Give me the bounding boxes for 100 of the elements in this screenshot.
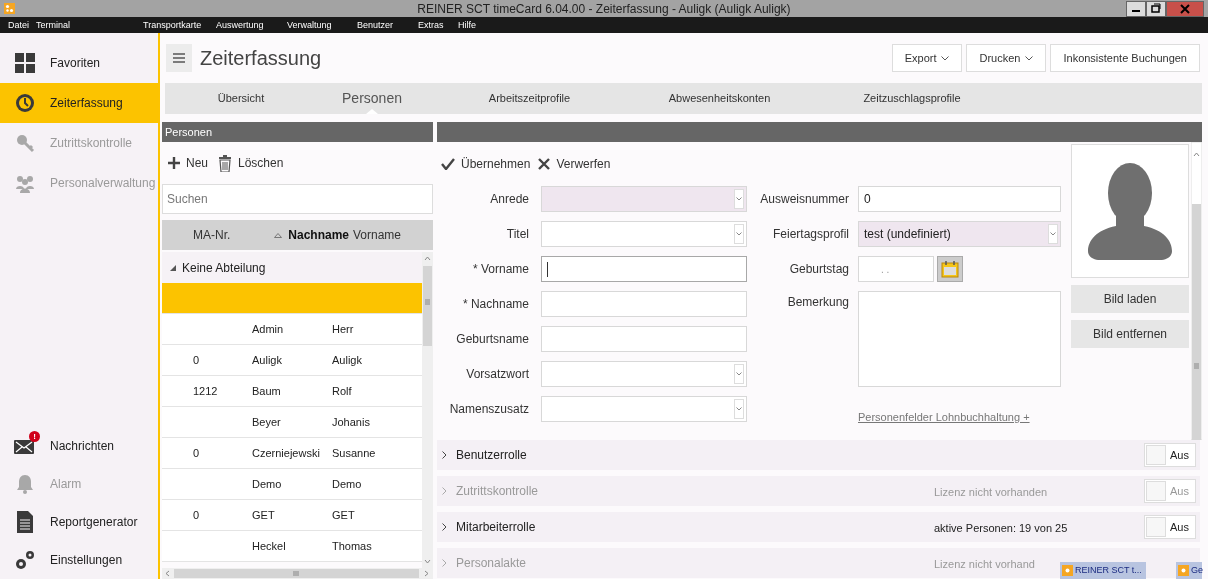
table-row[interactable]: 0 Czerniejewski Susanne bbox=[162, 438, 422, 469]
action-button[interactable]: Verwerfen bbox=[538, 155, 611, 173]
expanded-triangle-icon bbox=[170, 264, 176, 271]
section-title: Benutzerrolle bbox=[456, 447, 527, 464]
input-field[interactable] bbox=[541, 291, 747, 317]
link[interactable]: Personenfelder Lohnbuchhaltung + bbox=[858, 411, 1030, 423]
date-field[interactable]: . . bbox=[858, 256, 934, 282]
menu-item[interactable]: Transportkarte bbox=[143, 17, 202, 33]
menu-item[interactable]: Benutzer bbox=[357, 17, 394, 33]
app-icon bbox=[4, 3, 15, 14]
input-field[interactable] bbox=[541, 256, 747, 282]
table-row[interactable]: 0 GET GET bbox=[162, 500, 422, 531]
dropdown-field[interactable] bbox=[541, 186, 747, 212]
table-cell: Baum bbox=[252, 384, 281, 397]
table-cell: Rolf bbox=[332, 384, 352, 397]
table-row[interactable]: Heckel Thomas bbox=[162, 531, 422, 562]
section-row[interactable]: Mitarbeiterrolle aktive Personen: 19 von 25 Aus bbox=[437, 512, 1200, 542]
dropdown-field[interactable] bbox=[541, 361, 747, 387]
menu-item[interactable]: Datei bbox=[8, 17, 29, 33]
search-field[interactable]: Suchen bbox=[162, 184, 433, 214]
table-cell: Auligk bbox=[332, 353, 362, 366]
taskbar-button[interactable]: Ge bbox=[1176, 562, 1202, 579]
chevron-right-icon bbox=[442, 487, 447, 495]
menu-button[interactable] bbox=[166, 44, 192, 72]
menu-item[interactable]: Hilfe bbox=[458, 17, 476, 33]
sidebar-item[interactable]: ! Nachrichten bbox=[0, 427, 158, 465]
sidebar-item[interactable]: Favoriten bbox=[0, 43, 158, 83]
window-title: REINER SCT timeCard 6.04.00 - Zeiterfassung - Auligk (Auligk Auligk) bbox=[417, 1, 791, 16]
action-button[interactable]: Übernehmen bbox=[441, 155, 531, 173]
table-cell: Demo bbox=[332, 477, 362, 490]
gears-icon bbox=[14, 549, 36, 571]
table-row[interactable] bbox=[162, 283, 422, 314]
sort-arrow-icon bbox=[274, 232, 283, 238]
section-title: Zutrittskontrolle bbox=[456, 483, 539, 500]
table-cell: GET bbox=[252, 508, 275, 521]
person-silhouette-icon bbox=[1088, 161, 1172, 261]
table-cell: 0 bbox=[193, 353, 200, 366]
taskbar-button[interactable]: REINER SCT t... bbox=[1060, 562, 1146, 579]
toolbar-button[interactable]: Inkonsistente Buchungen bbox=[1050, 44, 1200, 72]
table-row[interactable]: Admin Herr bbox=[162, 314, 422, 345]
section-row[interactable]: Benutzerrolle Aus bbox=[437, 440, 1200, 470]
input-field[interactable] bbox=[541, 326, 747, 352]
chevron-down-icon bbox=[941, 55, 950, 61]
people-icon bbox=[15, 173, 35, 193]
table-cell: Auligk bbox=[252, 353, 282, 366]
app-icon bbox=[1178, 565, 1189, 576]
group-row[interactable]: Keine Abteilung bbox=[162, 252, 422, 283]
table-row[interactable]: 1212 Baum Rolf bbox=[162, 376, 422, 407]
section-status: aktive Personen: 19 von 25 bbox=[934, 522, 1068, 534]
checkmark-icon bbox=[441, 158, 455, 170]
table-cell: GET bbox=[332, 508, 355, 521]
field-label: Namenszusatz bbox=[448, 401, 529, 418]
chevron-right-icon bbox=[442, 559, 447, 567]
action-button[interactable]: Neu bbox=[168, 154, 208, 172]
toolbar-button[interactable]: Drucken bbox=[966, 44, 1047, 72]
section-title: Personalakte bbox=[456, 555, 527, 572]
table-cell: Demo bbox=[252, 477, 282, 490]
table-row[interactable]: Beyer Johanis bbox=[162, 407, 422, 438]
toggle-switch[interactable]: Aus bbox=[1144, 515, 1196, 539]
tab[interactable]: Personen bbox=[317, 83, 427, 114]
trash-icon bbox=[218, 154, 232, 172]
table-row[interactable]: Demo Demo bbox=[162, 469, 422, 500]
app-icon bbox=[1062, 565, 1073, 576]
chevron-right-icon bbox=[442, 523, 447, 531]
table-cell: 1212 bbox=[193, 384, 218, 397]
column-header[interactable]: MA-Nr. bbox=[193, 226, 231, 244]
envelope-icon bbox=[14, 438, 36, 454]
tab[interactable]: Abwesenheitskonten bbox=[632, 83, 807, 114]
calendar-button[interactable] bbox=[937, 256, 963, 282]
field-label: * Vorname bbox=[471, 261, 529, 278]
toggle-switch[interactable]: Aus bbox=[1144, 443, 1196, 467]
input-field[interactable]: 0 bbox=[858, 186, 1061, 212]
key-icon bbox=[15, 133, 35, 153]
table-cell: Czerniejewski bbox=[252, 446, 320, 459]
text-area[interactable] bbox=[858, 291, 1061, 387]
sidebar-item[interactable]: Einstellungen bbox=[0, 541, 158, 579]
menu-item[interactable]: Extras bbox=[418, 17, 444, 33]
table-row[interactable]: 0 Auligk Auligk bbox=[162, 345, 422, 376]
tab[interactable]: Übersicht bbox=[165, 83, 317, 114]
photo-button[interactable]: Bild entfernen bbox=[1071, 320, 1189, 348]
toolbar-button[interactable]: Export bbox=[891, 44, 963, 72]
photo-button[interactable]: Bild laden bbox=[1071, 285, 1189, 313]
section-title: Mitarbeiterrolle bbox=[456, 519, 536, 536]
dropdown-field[interactable] bbox=[541, 396, 747, 422]
bell-icon bbox=[15, 474, 35, 494]
menu-item[interactable]: Terminal bbox=[36, 17, 70, 33]
sidebar-item[interactable]: Reportgenerator bbox=[0, 503, 158, 541]
action-button[interactable]: Löschen bbox=[218, 154, 284, 172]
column-header[interactable]: Vorname bbox=[353, 226, 402, 244]
field-label: * Nachname bbox=[461, 296, 529, 313]
menu-item[interactable]: Auswertung bbox=[216, 17, 264, 33]
column-header[interactable]: Nachname bbox=[288, 226, 349, 244]
sidebar-item[interactable]: Zeiterfassung bbox=[0, 83, 158, 123]
dropdown-field[interactable] bbox=[541, 221, 747, 247]
tab[interactable]: Zeitzuschlagsprofile bbox=[807, 83, 1017, 114]
clock-icon bbox=[15, 93, 35, 113]
text-cursor bbox=[547, 261, 548, 277]
dropdown-field[interactable]: test (undefiniert) bbox=[858, 221, 1061, 247]
menu-item[interactable]: Verwaltung bbox=[287, 17, 332, 33]
tab[interactable]: Arbeitszeitprofile bbox=[427, 83, 632, 114]
